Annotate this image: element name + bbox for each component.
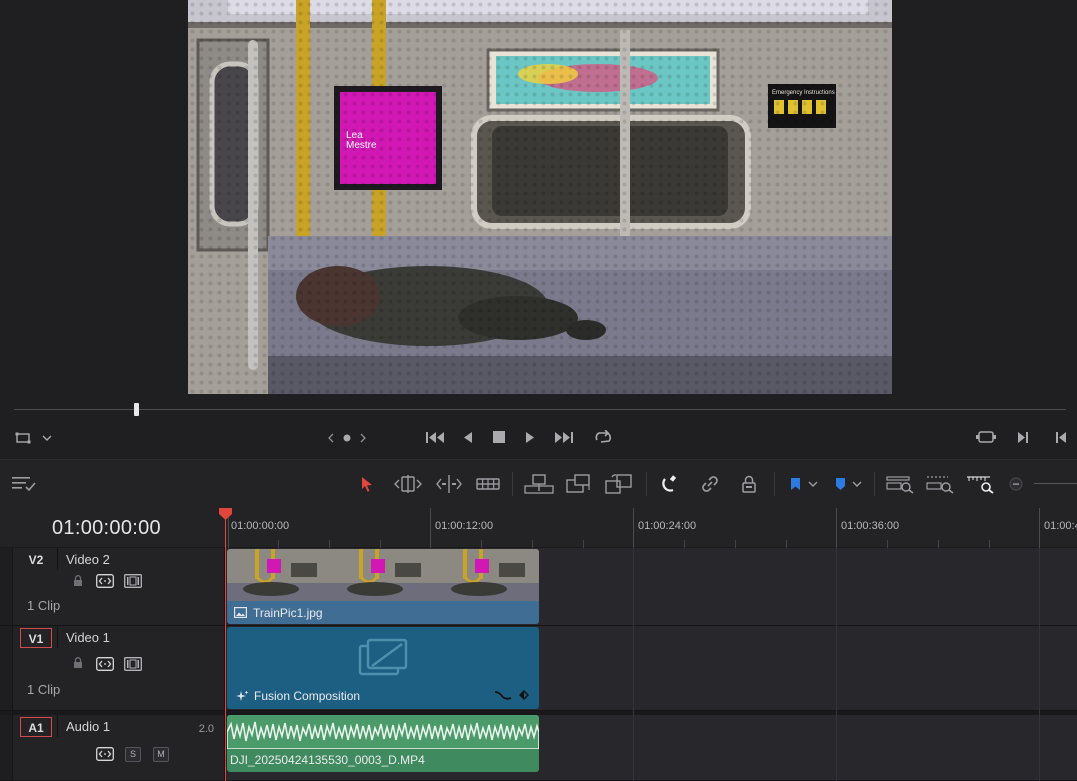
auto-select-icon[interactable] xyxy=(96,746,114,761)
timeline-timecode[interactable]: 01:00:00:00 xyxy=(52,517,161,540)
snapping-icon[interactable] xyxy=(658,472,682,496)
position-lock-icon[interactable] xyxy=(737,472,761,496)
chevron-down-icon[interactable] xyxy=(40,431,54,445)
solo-button[interactable]: S xyxy=(125,747,141,762)
ruler-label: 01:00:00:00 xyxy=(231,520,290,532)
timeline-options-icon[interactable] xyxy=(10,474,38,494)
chevron-down-icon[interactable] xyxy=(850,477,864,491)
track-id-v2[interactable]: V2 xyxy=(20,550,52,570)
blade-icon[interactable] xyxy=(474,473,502,495)
insert-clip-icon[interactable] xyxy=(523,472,555,496)
stop-icon[interactable] xyxy=(491,429,507,445)
clip-toggle-icon[interactable] xyxy=(123,656,143,671)
flag-icon[interactable] xyxy=(787,474,803,494)
mute-button[interactable]: M xyxy=(153,747,169,762)
track-id-v1[interactable]: V1 xyxy=(20,628,52,648)
zoom-detail-icon[interactable] xyxy=(925,472,955,496)
ruler-label: 01:00:24:00 xyxy=(638,520,697,532)
clip-toggle-icon[interactable] xyxy=(123,573,143,588)
loop-icon[interactable] xyxy=(591,428,615,446)
clip-count-v2: 1 Clip xyxy=(27,598,61,613)
track-header-v1[interactable]: V1 Video 1 1 Clip xyxy=(0,626,224,711)
jog-dot-icon[interactable] xyxy=(341,432,353,444)
fusion-sparkle-icon xyxy=(235,689,249,703)
timeline-tracks: TrainPic1.jpg Fusion Composition DJI_202… xyxy=(225,548,1077,781)
ruler-label: 01:00:4 xyxy=(1044,520,1077,532)
fusion-composition-icon xyxy=(358,637,408,677)
zoom-out-icon[interactable] xyxy=(1008,476,1024,492)
track-header-a1[interactable]: A1 Audio 1 2.0 S M xyxy=(0,715,224,781)
image-clip-label: TrainPic1.jpg xyxy=(253,606,323,620)
play-icon[interactable] xyxy=(522,429,538,445)
chevron-down-icon[interactable] xyxy=(806,477,820,491)
keyframe-curve-icon[interactable] xyxy=(493,688,513,702)
timeline-ruler[interactable]: 01:00:00:00 01:00:12:00 01:00:24:00 01:0… xyxy=(225,508,1077,548)
overwrite-clip-icon[interactable] xyxy=(564,472,594,496)
track-header-v2[interactable]: V2 Video 2 1 Clip xyxy=(0,548,224,626)
zoom-full-icon[interactable] xyxy=(885,472,915,496)
selection-arrow-icon[interactable] xyxy=(357,473,377,495)
zoom-slider[interactable] xyxy=(1034,483,1077,484)
track-name-v2[interactable]: Video 2 xyxy=(66,552,110,567)
marker-icon[interactable] xyxy=(832,474,848,494)
clip-count-v1: 1 Clip xyxy=(27,682,61,697)
audio-waveform xyxy=(227,715,539,749)
fusion-clip-label: Fusion Composition xyxy=(254,689,361,703)
playhead-handle[interactable] xyxy=(219,508,232,520)
track-name-v1[interactable]: Video 1 xyxy=(66,630,110,645)
image-icon xyxy=(233,606,247,618)
skip-to-end-icon[interactable] xyxy=(552,429,576,445)
playhead-line[interactable] xyxy=(225,508,226,781)
track-headers: V2 Video 2 1 Clip V1 Video 1 1 Clip A1 A… xyxy=(0,548,225,781)
step-back-icon[interactable] xyxy=(460,429,476,445)
crop-icon[interactable] xyxy=(12,430,34,446)
viewer-panel: Lea Mestre Emergency Instructions xyxy=(0,0,1077,444)
subway-car-image: Lea Mestre Emergency Instructions xyxy=(188,0,892,394)
match-frame-icon[interactable] xyxy=(975,429,997,445)
viewer-scrub-bar[interactable] xyxy=(14,409,1066,410)
trim-edit-icon[interactable] xyxy=(393,473,423,495)
lock-icon[interactable] xyxy=(71,574,85,588)
ruler-label: 01:00:36:00 xyxy=(841,520,900,532)
prev-clip-icon[interactable] xyxy=(1052,429,1070,445)
viewer-frame[interactable]: Lea Mestre Emergency Instructions xyxy=(188,0,892,394)
next-clip-icon[interactable] xyxy=(1014,429,1032,445)
skip-to-start-icon[interactable] xyxy=(423,429,447,445)
track-name-a1[interactable]: Audio 1 xyxy=(66,719,110,734)
timeline-panel: 01:00:00:00 01:00:00:00 01:00:12:00 01:0… xyxy=(0,508,1077,781)
timecode-display: 01:00:00:00 xyxy=(0,508,225,548)
fusion-clip[interactable]: Fusion Composition xyxy=(227,627,539,709)
dynamic-trim-icon[interactable] xyxy=(434,473,464,495)
auto-select-icon[interactable] xyxy=(96,573,114,588)
audio-channels: 2.0 xyxy=(198,723,214,735)
ruler-label: 01:00:12:00 xyxy=(435,520,494,532)
jog-next-icon[interactable] xyxy=(357,431,369,445)
auto-select-icon[interactable] xyxy=(96,656,114,671)
clip-thumbnails xyxy=(227,549,539,601)
keyframe-diamond-icon[interactable] xyxy=(517,688,531,702)
replace-clip-icon[interactable] xyxy=(603,472,635,496)
audio-clip[interactable]: DJI_20250424135530_0003_D.MP4 xyxy=(227,715,539,772)
audio-clip-label: DJI_20250424135530_0003_D.MP4 xyxy=(230,753,425,767)
scrub-handle[interactable] xyxy=(134,403,139,416)
image-clip[interactable]: TrainPic1.jpg xyxy=(227,549,539,624)
track-id-a1[interactable]: A1 xyxy=(20,717,52,737)
lock-icon[interactable] xyxy=(71,656,85,670)
zoom-custom-icon[interactable] xyxy=(965,472,995,496)
edit-toolbar xyxy=(0,459,1077,508)
linked-selection-icon[interactable] xyxy=(698,472,722,496)
jog-prev-icon[interactable] xyxy=(325,431,337,445)
